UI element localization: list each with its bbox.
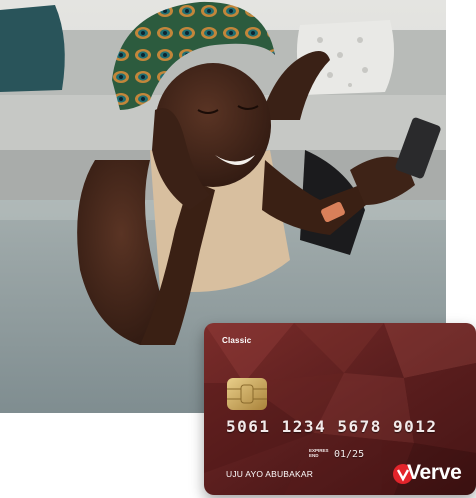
expires-value: 01/25 [334,449,365,460]
promo-image: Classic 5061 1234 5678 9012 EXPIRES END … [0,0,476,498]
card-type-label: Classic [222,336,252,345]
expires-label: EXPIRES END [309,448,329,458]
brand-name: Verve [407,461,462,484]
verve-logo: Verve [393,460,463,486]
cardholder-name: UJU AYO ABUBAKAR [226,469,314,479]
card-number: 5061 1234 5678 9012 [226,417,438,436]
debit-card: Classic 5061 1234 5678 9012 EXPIRES END … [204,323,476,495]
chip-icon [227,378,267,410]
